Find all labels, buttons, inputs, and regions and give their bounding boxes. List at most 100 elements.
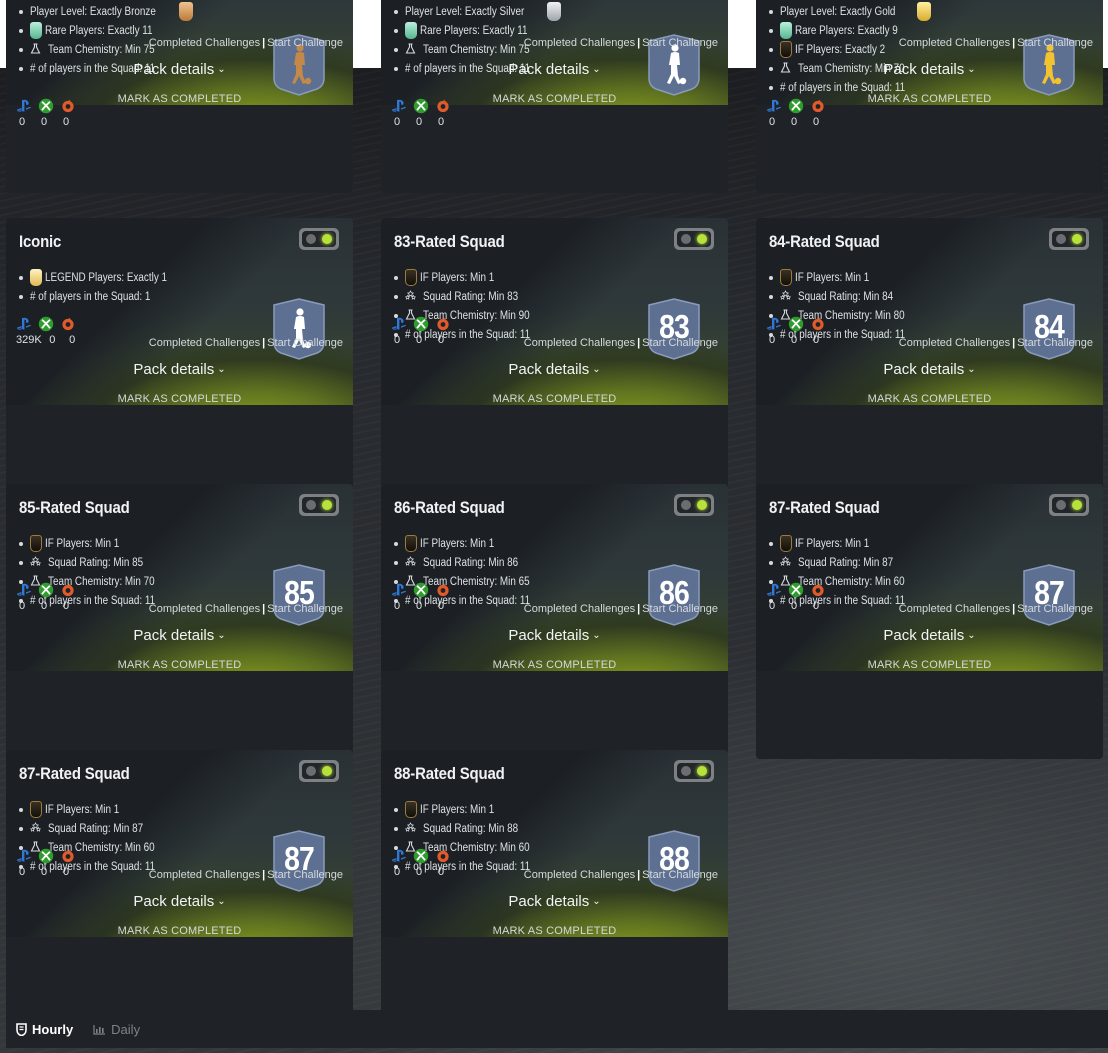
start-challenge-link[interactable]: Start Challenge	[267, 37, 343, 49]
pc-price: 0	[438, 334, 445, 346]
start-challenge-link[interactable]: Start Challenge	[267, 869, 343, 881]
xbox-price: 0	[791, 116, 798, 128]
rating-stars-icon	[779, 289, 795, 304]
platform-prices: 0 0 0	[766, 315, 836, 346]
requirement-item: IF Players: Min 1	[769, 269, 926, 286]
start-challenge-link[interactable]: Start Challenge	[1017, 603, 1093, 615]
challenge-links: Completed Challenges | Start Challenge	[899, 603, 1093, 615]
completed-challenges-link[interactable]: Completed Challenges	[899, 603, 1010, 615]
mark-as-completed-button[interactable]: MARK AS COMPLETED	[756, 393, 1103, 405]
challenge-title: 83-Rated Squad	[394, 232, 505, 251]
mark-as-completed-button[interactable]: MARK AS COMPLETED	[756, 93, 1103, 105]
requirement-item: Player Level: Exactly Silver	[394, 2, 564, 21]
start-challenge-link[interactable]: Start Challenge	[642, 869, 718, 881]
chevron-down-icon: ⌄	[967, 630, 976, 641]
toggle-on-dot	[322, 766, 332, 776]
completion-toggle[interactable]	[299, 228, 339, 250]
pack-details-toggle[interactable]: Pack details ⌄	[756, 61, 1103, 78]
toggle-off-dot	[681, 500, 691, 510]
completed-challenges-link[interactable]: Completed Challenges	[524, 37, 635, 49]
completed-challenges-link[interactable]: Completed Challenges	[524, 337, 635, 349]
sbc-challenge-card: Player Level: Exactly Silver Rare Players…	[381, 0, 728, 193]
completed-challenges-link[interactable]: Completed Challenges	[899, 37, 1010, 49]
toggle-on-dot	[697, 500, 707, 510]
requirement-text: IF Players: Min 1	[420, 537, 495, 550]
completed-challenges-link[interactable]: Completed Challenges	[149, 869, 260, 881]
requirement-text: # of players in the Squad: 1	[30, 290, 151, 303]
start-challenge-link[interactable]: Start Challenge	[642, 37, 718, 49]
rare-card-icon	[780, 22, 792, 39]
completion-toggle[interactable]	[674, 228, 714, 250]
xbox-price: 0	[416, 116, 423, 128]
pack-details-toggle[interactable]: Pack details ⌄	[381, 361, 728, 378]
pack-details-toggle[interactable]: Pack details ⌄	[756, 361, 1103, 378]
sbc-challenge-card: 84-Rated Squad IF Players: Min 1 Squad Rat…	[756, 218, 1103, 493]
completed-challenges-link[interactable]: Completed Challenges	[899, 337, 1010, 349]
completed-challenges-link[interactable]: Completed Challenges	[149, 37, 260, 49]
rating-badge: 87	[273, 830, 325, 892]
rating-stars-icon	[29, 821, 45, 836]
completion-toggle[interactable]	[1049, 228, 1089, 250]
completed-challenges-link[interactable]: Completed Challenges	[149, 337, 260, 349]
completed-challenges-link[interactable]: Completed Challenges	[524, 603, 635, 615]
start-challenge-link[interactable]: Start Challenge	[267, 603, 343, 615]
mark-as-completed-button[interactable]: MARK AS COMPLETED	[6, 659, 353, 671]
mark-as-completed-button[interactable]: MARK AS COMPLETED	[6, 93, 353, 105]
requirement-text: Rare Players: Exactly 9	[795, 24, 898, 37]
tab-daily[interactable]: Daily	[93, 1022, 140, 1037]
mark-as-completed-button[interactable]: MARK AS COMPLETED	[381, 393, 728, 405]
bullet	[19, 28, 23, 33]
completion-toggle[interactable]	[299, 494, 339, 516]
chevron-down-icon: ⌄	[967, 64, 976, 75]
pack-details-toggle[interactable]: Pack details ⌄	[6, 361, 353, 378]
completion-toggle[interactable]	[299, 760, 339, 782]
completed-challenges-link[interactable]: Completed Challenges	[524, 869, 635, 881]
start-challenge-link[interactable]: Start Challenge	[267, 337, 343, 349]
pack-details-toggle[interactable]: Pack details ⌄	[381, 893, 728, 910]
toggle-off-dot	[306, 766, 316, 776]
start-challenge-link[interactable]: Start Challenge	[642, 337, 718, 349]
mark-as-completed-button[interactable]: MARK AS COMPLETED	[381, 925, 728, 937]
rating-stars-icon	[779, 555, 795, 570]
pc-price: 0	[69, 334, 76, 346]
completion-toggle[interactable]	[674, 494, 714, 516]
requirement-text: Rare Players: Exactly 11	[420, 24, 528, 37]
completion-toggle[interactable]	[1049, 494, 1089, 516]
bullet	[769, 28, 773, 33]
mark-as-completed-button[interactable]: MARK AS COMPLETED	[6, 925, 353, 937]
requirement-item: IF Players: Min 1	[394, 535, 551, 552]
pack-details-toggle[interactable]: Pack details ⌄	[6, 627, 353, 644]
completion-toggle[interactable]	[674, 760, 714, 782]
origin-icon	[60, 582, 76, 598]
requirement-text: Squad Rating: Min 88	[423, 822, 519, 835]
start-challenge-link[interactable]: Start Challenge	[1017, 37, 1093, 49]
start-challenge-link[interactable]: Start Challenge	[642, 603, 718, 615]
legend-card-icon	[30, 269, 42, 286]
bullet	[19, 9, 23, 14]
pack-details-toggle[interactable]: Pack details ⌄	[6, 61, 353, 78]
bullet	[769, 9, 773, 14]
toggle-on-dot	[322, 500, 332, 510]
completed-challenges-link[interactable]: Completed Challenges	[149, 603, 260, 615]
pack-details-toggle[interactable]: Pack details ⌄	[381, 61, 728, 78]
challenge-links: Completed Challenges | Start Challenge	[524, 37, 718, 49]
mark-as-completed-button[interactable]: MARK AS COMPLETED	[756, 659, 1103, 671]
pack-details-toggle[interactable]: Pack details ⌄	[381, 627, 728, 644]
start-challenge-link[interactable]: Start Challenge	[1017, 337, 1093, 349]
mark-as-completed-button[interactable]: MARK AS COMPLETED	[381, 659, 728, 671]
bullet	[394, 560, 398, 565]
chevron-down-icon: ⌄	[592, 64, 601, 75]
mark-as-completed-button[interactable]: MARK AS COMPLETED	[6, 393, 353, 405]
bullet	[394, 275, 398, 280]
tab-hourly[interactable]: Hourly	[16, 1022, 73, 1037]
ps-price: 0	[394, 866, 401, 878]
toggle-off-dot	[306, 234, 316, 244]
ps-price: 0	[769, 334, 776, 346]
pack-details-toggle[interactable]: Pack details ⌄	[6, 893, 353, 910]
requirement-item: Squad Rating: Min 88	[394, 821, 551, 836]
chevron-down-icon: ⌄	[217, 896, 226, 907]
link-separator: |	[637, 869, 641, 881]
mark-as-completed-button[interactable]: MARK AS COMPLETED	[381, 93, 728, 105]
playstation-icon	[766, 316, 782, 332]
pack-details-toggle[interactable]: Pack details ⌄	[756, 627, 1103, 644]
